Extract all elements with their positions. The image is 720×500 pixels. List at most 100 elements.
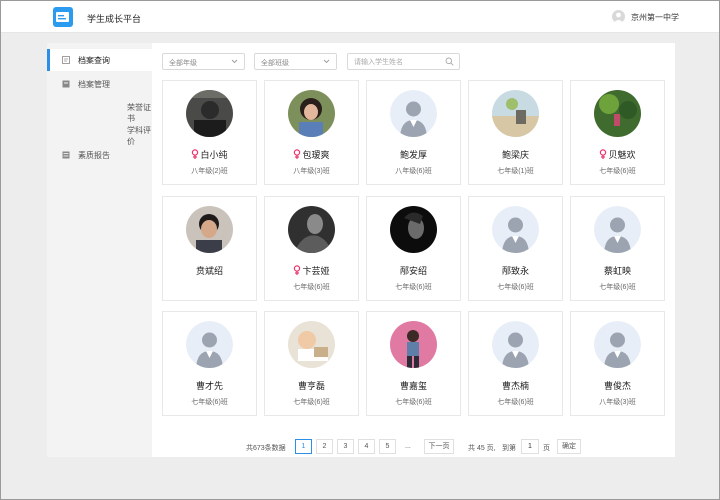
student-name: 蔡虹映 <box>603 266 631 276</box>
student-class: 八年级(6)班 <box>395 168 432 175</box>
student-name: 鲍梁庆 <box>501 150 529 160</box>
student-card[interactable]: 鲍发厚八年级(6)班 <box>366 80 461 185</box>
student-card[interactable]: 邴安绍 七年级(6)班 <box>366 196 461 301</box>
student-name-row: 白小纯 <box>163 148 256 161</box>
sidebar-item-archive-query[interactable]: 档案查询 <box>47 49 152 71</box>
student-card[interactable]: 曹才先七年级(6)班 <box>162 311 257 416</box>
student-avatar <box>390 90 437 137</box>
class-select[interactable]: 全部班级 <box>254 53 337 70</box>
sidebar-item-archive-manage[interactable]: 档案管理 <box>47 73 152 95</box>
student-name: 白小纯 <box>200 150 228 160</box>
user-avatar[interactable] <box>612 10 625 23</box>
student-name-row: 曹嘉玺 <box>367 379 460 392</box>
student-name: 贝魅欢 <box>608 150 636 160</box>
student-name: 鲍发厚 <box>399 150 427 160</box>
chevron-down-icon <box>231 59 238 64</box>
page-ellipsis: ... <box>405 443 411 450</box>
sidebar-item-label: 素质报告 <box>78 151 110 160</box>
student-name: 贲斌绍 <box>195 266 223 276</box>
sidebar-item-honor-certificate[interactable]: 荣誉证书 <box>127 102 152 124</box>
student-class: 七年级(6)班 <box>497 399 534 406</box>
student-class: 八年级(2)班 <box>191 168 228 175</box>
folder-icon <box>56 12 69 22</box>
app-title: 学生成长平台 <box>87 14 142 24</box>
student-card[interactable]: 曹亨磊七年级(6)班 <box>264 311 359 416</box>
student-card[interactable]: 曹俊杰八年级(3)班 <box>570 311 665 416</box>
student-search[interactable] <box>347 53 460 70</box>
student-name-row: 包瑷爽 <box>265 148 358 161</box>
page-suffix: 页 <box>543 445 550 452</box>
search-input[interactable] <box>354 57 442 67</box>
grade-select[interactable]: 全部年级 <box>162 53 245 70</box>
student-name-row: 卞芸娅 <box>265 264 358 277</box>
app-logo[interactable] <box>53 7 73 27</box>
sidebar-item-label: 档案管理 <box>78 80 110 89</box>
student-class: 七年级(6)班 <box>293 399 330 406</box>
student-name-row: 贝魅欢 <box>571 148 664 161</box>
student-card[interactable]: 邴致永 七年级(6)班 <box>468 196 563 301</box>
page-button[interactable]: 2 <box>316 439 333 454</box>
page-count: 共 45 页, <box>468 445 496 452</box>
student-avatar <box>390 321 437 368</box>
student-card[interactable]: 白小纯八年级(2)班 <box>162 80 257 185</box>
student-avatar <box>288 206 335 253</box>
student-name: 曹嘉玺 <box>399 381 427 391</box>
main-content: 全部年级 全部班级 白小纯八年级(2)班包瑷爽八年级(3)班鲍发厚八年级(6)班… <box>152 43 675 457</box>
app-frame: 学生成长平台 京州第一中学 档案查询 档案管理 荣誉证书 学科评价 素质报告 全… <box>0 0 720 500</box>
student-name-row: 曹亨磊 <box>265 379 358 392</box>
sidebar: 档案查询 档案管理 荣誉证书 学科评价 素质报告 <box>47 43 152 457</box>
student-avatar <box>594 321 641 368</box>
student-class: 七年级(6)班 <box>293 284 330 291</box>
student-avatar <box>390 206 437 253</box>
student-avatar <box>186 90 233 137</box>
school-name[interactable]: 京州第一中学 <box>631 12 679 23</box>
grade-select-value: 全部年级 <box>169 60 197 67</box>
student-card[interactable]: 曹嘉玺 七年级(6)班 <box>366 311 461 416</box>
student-name-row: 曹才先 <box>163 379 256 392</box>
student-card[interactable]: 曹杰楠七年级(6)班 <box>468 311 563 416</box>
page-button[interactable]: 4 <box>358 439 375 454</box>
student-class: 八年级(3)班 <box>293 168 330 175</box>
student-avatar <box>288 90 335 137</box>
student-name: 曹俊杰 <box>603 381 631 391</box>
page-button[interactable]: 1 <box>295 439 312 454</box>
student-name-row: 鲍梁庆 <box>469 148 562 161</box>
confirm-button[interactable]: 确定 <box>557 439 581 454</box>
student-card[interactable]: 贝魅欢七年级(6)班 <box>570 80 665 185</box>
report-icon <box>62 151 70 159</box>
student-name: 曹杰楠 <box>501 381 529 391</box>
student-name: 卞芸娅 <box>302 266 330 276</box>
student-name-row: 曹杰楠 <box>469 379 562 392</box>
document-icon <box>62 56 70 64</box>
student-card[interactable]: 鲍梁庆 七年级(1)班 <box>468 80 563 185</box>
sidebar-item-quality-report[interactable]: 素质报告 <box>47 144 152 166</box>
user-icon <box>613 12 624 23</box>
student-name-row: 邴致永 <box>469 264 562 277</box>
page-button[interactable]: 5 <box>379 439 396 454</box>
student-card[interactable]: 贲斌绍 <box>162 196 257 301</box>
class-select-value: 全部班级 <box>261 60 289 67</box>
top-bar: 学生成长平台 京州第一中学 <box>1 1 719 33</box>
student-name-row: 曹俊杰 <box>571 379 664 392</box>
student-name: 邴致永 <box>501 266 529 276</box>
sidebar-item-label: 档案查询 <box>78 56 110 65</box>
student-class: 七年级(6)班 <box>599 284 636 291</box>
folder-icon <box>62 80 70 88</box>
student-avatar <box>594 90 641 137</box>
search-icon[interactable] <box>445 57 454 66</box>
page-button[interactable]: 3 <box>337 439 354 454</box>
student-class: 七年级(6)班 <box>599 168 636 175</box>
student-card[interactable]: 包瑷爽八年级(3)班 <box>264 80 359 185</box>
student-class: 八年级(3)班 <box>599 399 636 406</box>
student-name-row: 贲斌绍 <box>163 264 256 277</box>
goto-page-input[interactable]: 1 <box>521 439 539 454</box>
student-card[interactable]: 蔡虹映七年级(6)班 <box>570 196 665 301</box>
student-avatar <box>492 206 539 253</box>
student-avatar <box>594 206 641 253</box>
chevron-down-icon <box>323 59 330 64</box>
student-class: 七年级(6)班 <box>191 399 228 406</box>
student-name-row: 蔡虹映 <box>571 264 664 277</box>
student-avatar <box>186 321 233 368</box>
next-page-button[interactable]: 下一页 <box>424 439 454 454</box>
student-card[interactable]: 卞芸娅七年级(6)班 <box>264 196 359 301</box>
